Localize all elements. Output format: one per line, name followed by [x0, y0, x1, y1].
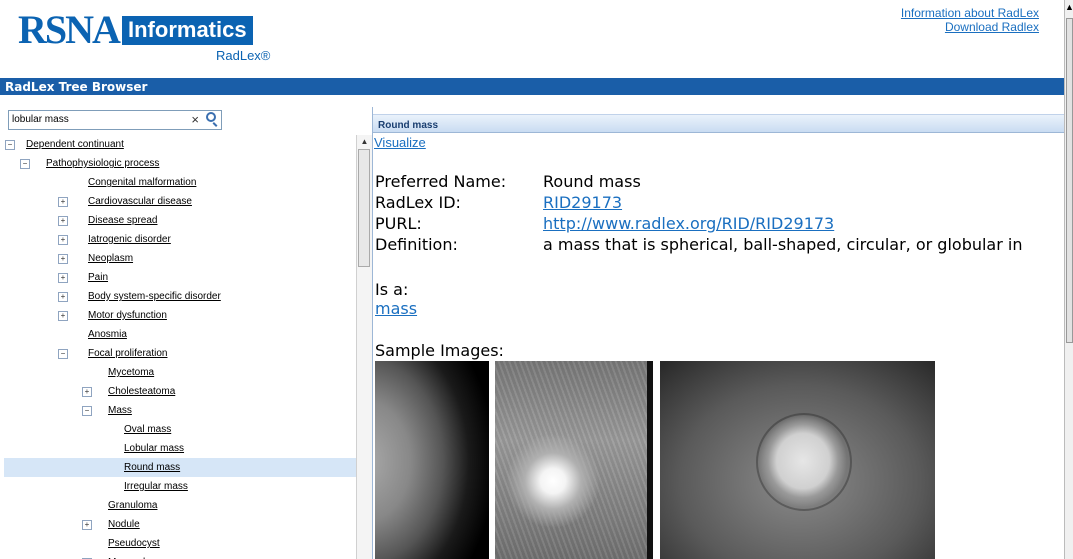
tree-item-label[interactable]: Motor dysfunction	[88, 306, 167, 325]
tree-item-label[interactable]: Neoplasm	[88, 249, 133, 268]
tree-scroll-up-icon[interactable]: ▲	[357, 135, 372, 148]
collapse-icon[interactable]: −	[58, 349, 68, 359]
tree-item-label[interactable]: Cardiovascular disease	[88, 192, 192, 211]
tree-item[interactable]: − Focal proliferation	[4, 344, 356, 363]
tree-item-label[interactable]: Pain	[88, 268, 108, 287]
tree-item[interactable]: Congenital malformation	[4, 173, 356, 192]
tree-item[interactable]: + Iatrogenic disorder	[4, 230, 356, 249]
purl-link[interactable]: http://www.radlex.org/RID/RID29173	[543, 214, 834, 233]
logo-rsna-text: RSNA	[18, 7, 121, 52]
tree-item[interactable]: + Neoplasm	[4, 249, 356, 268]
collapse-icon[interactable]: −	[5, 140, 15, 150]
tree-item[interactable]: + Motor dysfunction	[4, 306, 356, 325]
detail-header: Round mass	[373, 114, 1064, 133]
tree-item[interactable]: + Nodule	[4, 515, 356, 534]
tree-item[interactable]: Anosmia	[4, 325, 356, 344]
scroll-up-icon[interactable]: ▲	[1065, 0, 1073, 14]
definition-label: Definition:	[375, 235, 458, 254]
expand-icon[interactable]: +	[58, 311, 68, 321]
tree-item[interactable]: − Pathophysiologic process	[4, 154, 356, 173]
tree-item-label[interactable]: Granuloma	[108, 496, 157, 515]
tree-item-label[interactable]: Pseudocyst	[108, 534, 160, 553]
tree-item[interactable]: +Mucocele	[4, 553, 356, 559]
expand-icon[interactable]: +	[58, 292, 68, 302]
sample-image-3[interactable]	[660, 361, 935, 559]
tree-item[interactable]: + Pain	[4, 268, 356, 287]
radlex-id-link[interactable]: RID29173	[543, 193, 622, 212]
tree-item-label[interactable]: Mass	[108, 401, 132, 420]
preferred-name-value: Round mass	[543, 172, 641, 191]
tree-item-label[interactable]: Oval mass	[124, 420, 171, 439]
tree-item-label[interactable]: Mucocele	[108, 553, 151, 559]
sample-image-1[interactable]	[375, 361, 489, 559]
tree-item[interactable]: − Mass	[4, 401, 356, 420]
preferred-name-label: Preferred Name:	[375, 172, 507, 191]
tree-item-label[interactable]: Congenital malformation	[88, 173, 196, 192]
is-a-mass-link[interactable]: mass	[375, 299, 417, 318]
detail-header-title: Round mass	[378, 120, 439, 131]
page-scroll-thumb[interactable]	[1066, 18, 1073, 343]
header-links: Information about RadLex Download Radlex	[901, 6, 1039, 34]
expand-icon[interactable]: +	[82, 520, 92, 530]
radlex-id-label: RadLex ID:	[375, 193, 461, 212]
tree-item[interactable]: + Cardiovascular disease	[4, 192, 356, 211]
info-about-radlex-link[interactable]: Information about RadLex	[901, 6, 1039, 20]
tree-item[interactable]: + Cholesteatoma	[4, 382, 356, 401]
tree-item-label[interactable]: Iatrogenic disorder	[88, 230, 171, 249]
tree-item-label[interactable]: Irregular mass	[124, 477, 188, 496]
tree-item-label[interactable]: Pathophysiologic process	[46, 154, 159, 173]
tree-item-label[interactable]: Cholesteatoma	[108, 382, 175, 401]
tree-item[interactable]: + Body system-specific disorder	[4, 287, 356, 306]
visualize-link[interactable]: Visualize	[374, 135, 426, 150]
tree-item-label[interactable]: Disease spread	[88, 211, 157, 230]
tree-item-label[interactable]: Body system-specific disorder	[88, 287, 221, 306]
sample-images-label: Sample Images:	[375, 341, 504, 360]
tree-scroll-thumb[interactable]	[358, 149, 370, 267]
tree-scrollbar[interactable]: ▲	[356, 135, 372, 559]
tree-item-label[interactable]: Focal proliferation	[88, 344, 167, 363]
tree-item-label[interactable]: Mycetoma	[108, 363, 154, 382]
download-radlex-link[interactable]: Download Radlex	[901, 20, 1039, 34]
search-icon[interactable]	[206, 112, 216, 122]
tree-item[interactable]: Oval mass	[4, 420, 356, 439]
definition-value: a mass that is spherical, ball-shaped, c…	[543, 235, 1023, 254]
expand-icon[interactable]: +	[82, 387, 92, 397]
purl-label: PURL:	[375, 214, 422, 233]
tree-item-label[interactable]: Nodule	[108, 515, 140, 534]
tree-item-label[interactable]: Dependent continuant	[26, 135, 124, 154]
expand-icon[interactable]: +	[58, 273, 68, 283]
collapse-icon[interactable]: −	[20, 159, 30, 169]
browser-title-bar: RadLex Tree Browser	[0, 78, 1064, 95]
tree-item[interactable]: Lobular mass	[4, 439, 356, 458]
tree-item[interactable]: Irregular mass	[4, 477, 356, 496]
expand-icon[interactable]: +	[58, 216, 68, 226]
tree-item[interactable]: Round mass	[4, 458, 356, 477]
clear-search-icon[interactable]: ×	[191, 111, 199, 129]
expand-icon[interactable]: +	[58, 235, 68, 245]
page-title: RadLex Tree Browser	[5, 80, 148, 94]
logo-informatics-badge: Informatics	[122, 16, 253, 45]
expand-icon[interactable]: +	[58, 197, 68, 207]
tree-pane: × − Dependent continuant − Pathophysiologic…	[4, 107, 373, 559]
tree-item-label[interactable]: Lobular mass	[124, 439, 184, 458]
tree-item[interactable]: − Dependent continuant	[4, 135, 356, 154]
term-tree: − Dependent continuant − Pathophysiologic p…	[4, 135, 356, 559]
collapse-icon[interactable]: −	[82, 406, 92, 416]
sample-image-2[interactable]	[495, 361, 653, 559]
page-scrollbar[interactable]: ▲	[1064, 0, 1073, 559]
tree-item[interactable]: Pseudocyst	[4, 534, 356, 553]
logo-radlex-text: RadLex®	[216, 48, 271, 63]
tree-item[interactable]: + Disease spread	[4, 211, 356, 230]
rsna-informatics-logo: RSNA Informatics RadLex®	[18, 8, 278, 68]
is-a-label: Is a:	[375, 280, 409, 299]
search-input[interactable]	[12, 112, 182, 127]
tree-item[interactable]: Mycetoma	[4, 363, 356, 382]
expand-icon[interactable]: +	[58, 254, 68, 264]
tree-item[interactable]: Granuloma	[4, 496, 356, 515]
tree-item-label[interactable]: Anosmia	[88, 325, 127, 344]
tree-item-label[interactable]: Round mass	[124, 458, 180, 477]
search-box: ×	[8, 110, 222, 130]
